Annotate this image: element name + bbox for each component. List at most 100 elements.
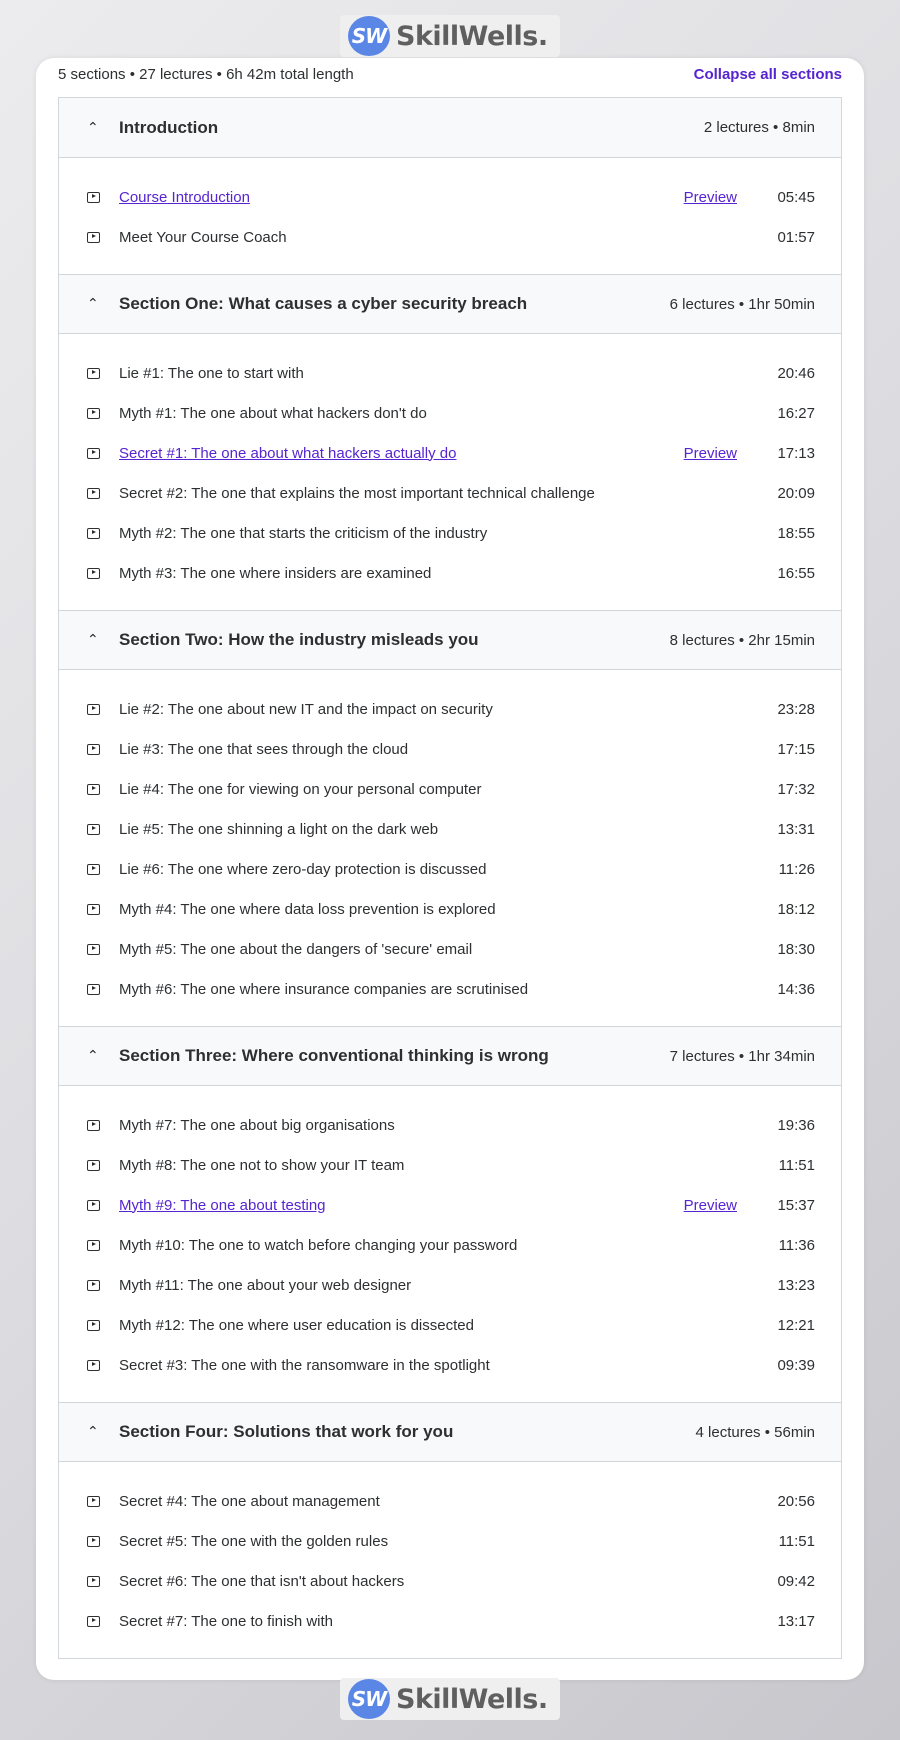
play-video-icon <box>87 1199 100 1211</box>
course-section: ⌃ Section Four: Solutions that work for y… <box>59 1402 841 1658</box>
play-video-icon <box>87 1535 100 1547</box>
section-title: Introduction <box>119 117 219 137</box>
lecture-duration: 13:31 <box>777 820 815 838</box>
lecture-item: Lie #2: The one about new IT and the imp… <box>59 689 841 729</box>
lecture-item: Myth #3: The one where insiders are exam… <box>59 553 841 593</box>
lecture-title: Secret #6: The one that isn't about hack… <box>119 1572 405 1590</box>
lecture-item: Meet Your Course Coach 01:57 <box>59 217 841 257</box>
section-header[interactable]: ⌃ Introduction 2 lectures • 8min <box>59 98 841 158</box>
lecture-item: Secret #4: The one about management 20:56 <box>59 1481 841 1521</box>
section-header[interactable]: ⌃ Section Three: Where conventional think… <box>59 1026 841 1086</box>
lecture-item: Myth #10: The one to watch before changi… <box>59 1225 841 1265</box>
lecture-duration: 15:37 <box>777 1196 815 1214</box>
lecture-duration: 18:12 <box>777 900 815 918</box>
lecture-duration: 17:32 <box>777 780 815 798</box>
lecture-duration: 11:36 <box>778 1236 815 1254</box>
play-video-icon <box>87 527 100 539</box>
section-title: Section Two: How the industry misleads y… <box>119 630 479 649</box>
section-meta: 2 lectures • 8min <box>703 119 815 136</box>
lecture-duration: 13:23 <box>777 1276 815 1294</box>
chevron-up-icon[interactable]: ⌃ <box>87 1424 119 1440</box>
lecture-duration: 17:13 <box>777 444 815 462</box>
preview-link[interactable]: Preview <box>684 189 737 206</box>
preview-link[interactable]: Preview <box>684 1197 737 1214</box>
lecture-title: Myth #2: The one that starts the critici… <box>119 524 488 542</box>
lecture-title: Secret #3: The one with the ransomware i… <box>119 1356 490 1374</box>
lecture-title: Myth #7: The one about big organisations <box>119 1116 395 1134</box>
course-section: ⌃ Section One: What causes a cyber securi… <box>59 274 841 610</box>
lecture-duration: 16:27 <box>777 404 815 422</box>
skillwells-logo-icon: SW <box>348 1679 390 1719</box>
play-video-icon <box>87 447 100 459</box>
lecture-duration: 05:45 <box>777 188 815 206</box>
chevron-up-icon[interactable]: ⌃ <box>87 632 119 648</box>
course-summary: 5 sections • 27 lectures • 6h 42m total … <box>58 66 354 83</box>
lecture-title: Lie #2: The one about new IT and the imp… <box>119 700 493 718</box>
skillwells-logo-icon: SW <box>348 16 390 56</box>
lecture-duration: 14:36 <box>777 980 815 998</box>
lecture-item[interactable]: Secret #1: The one about what hackers ac… <box>59 433 841 473</box>
lecture-item: Lie #4: The one for viewing on your pers… <box>59 769 841 809</box>
play-video-icon <box>87 1239 100 1251</box>
lecture-list: Myth #7: The one about big organisations… <box>59 1086 841 1402</box>
play-video-icon <box>87 783 100 795</box>
play-video-icon <box>87 487 100 499</box>
play-video-icon <box>87 1359 100 1371</box>
play-video-icon <box>87 943 100 955</box>
course-section: ⌃ Section Three: Where conventional think… <box>59 1026 841 1402</box>
play-video-icon <box>87 823 100 835</box>
lecture-item: Myth #12: The one where user education i… <box>59 1305 841 1345</box>
lecture-duration: 11:51 <box>778 1156 815 1174</box>
lecture-duration: 13:17 <box>777 1612 815 1630</box>
section-header[interactable]: ⌃ Section Four: Solutions that work for y… <box>59 1402 841 1462</box>
collapse-all-sections-button[interactable]: Collapse all sections <box>694 66 842 83</box>
chevron-up-icon[interactable]: ⌃ <box>87 1048 119 1064</box>
lecture-list: Lie #2: The one about new IT and the imp… <box>59 670 841 1026</box>
section-title: Section One: What causes a cyber securit… <box>119 294 528 313</box>
lecture-title: Myth #8: The one not to show your IT tea… <box>119 1156 405 1174</box>
lecture-title: Lie #4: The one for viewing on your pers… <box>119 780 482 798</box>
lecture-list: Course Introduction Preview 05:45 Meet Your… <box>59 158 841 274</box>
play-video-icon <box>87 407 100 419</box>
lecture-item: Myth #11: The one about your web designe… <box>59 1265 841 1305</box>
watermark-logo-bottom: SW SkillWells. <box>340 1678 560 1720</box>
course-section: ⌃ Introduction 2 lectures • 8min Course Int… <box>59 98 841 274</box>
lecture-title: Myth #6: The one where insurance compani… <box>119 980 529 998</box>
play-video-icon <box>87 1575 100 1587</box>
lecture-item: Myth #8: The one not to show your IT tea… <box>59 1145 841 1185</box>
chevron-up-icon[interactable]: ⌃ <box>87 296 119 312</box>
watermark-text: SkillWells. <box>396 20 548 52</box>
lecture-title-link[interactable]: Secret #1: The one about what hackers ac… <box>119 445 684 462</box>
lecture-duration: 11:51 <box>778 1532 815 1550</box>
lecture-item: Myth #2: The one that starts the critici… <box>59 513 841 553</box>
section-title: Section Three: Where conventional thinki… <box>119 1046 549 1065</box>
lecture-duration: 23:28 <box>777 700 815 718</box>
lecture-item: Lie #5: The one shinning a light on the … <box>59 809 841 849</box>
lecture-item: Myth #5: The one about the dangers of 's… <box>59 929 841 969</box>
lecture-item: Myth #1: The one about what hackers don'… <box>59 393 841 433</box>
lecture-item[interactable]: Myth #9: The one about testing Preview 15:… <box>59 1185 841 1225</box>
lecture-duration: 11:26 <box>778 860 815 878</box>
play-video-icon <box>87 567 100 579</box>
lecture-item: Myth #4: The one where data loss prevent… <box>59 889 841 929</box>
lecture-item: Myth #7: The one about big organisations… <box>59 1105 841 1145</box>
lecture-title-link[interactable]: Myth #9: The one about testing <box>119 1197 684 1214</box>
section-meta: 4 lectures • 56min <box>695 1423 815 1441</box>
preview-link[interactable]: Preview <box>684 445 737 462</box>
section-header[interactable]: ⌃ Section One: What causes a cyber securi… <box>59 274 841 334</box>
lecture-title-link[interactable]: Course Introduction <box>119 189 684 206</box>
lecture-item: Myth #6: The one where insurance compani… <box>59 969 841 1009</box>
section-meta: 6 lectures • 1hr 50min <box>669 295 815 313</box>
play-video-icon <box>87 863 100 875</box>
play-video-icon <box>87 1279 100 1291</box>
lecture-title: Lie #6: The one where zero-day protectio… <box>119 860 487 878</box>
chevron-up-icon[interactable]: ⌃ <box>87 120 119 136</box>
lecture-item: Secret #6: The one that isn't about hack… <box>59 1561 841 1601</box>
play-video-icon <box>87 1119 100 1131</box>
lecture-duration: 16:55 <box>777 564 815 582</box>
section-header[interactable]: ⌃ Section Two: How the industry misleads … <box>59 610 841 670</box>
section-meta: 8 lectures • 2hr 15min <box>669 631 815 649</box>
lecture-item: Lie #3: The one that sees through the cl… <box>59 729 841 769</box>
lecture-item[interactable]: Course Introduction Preview 05:45 <box>59 177 841 217</box>
lecture-title: Myth #4: The one where data loss prevent… <box>119 900 496 918</box>
